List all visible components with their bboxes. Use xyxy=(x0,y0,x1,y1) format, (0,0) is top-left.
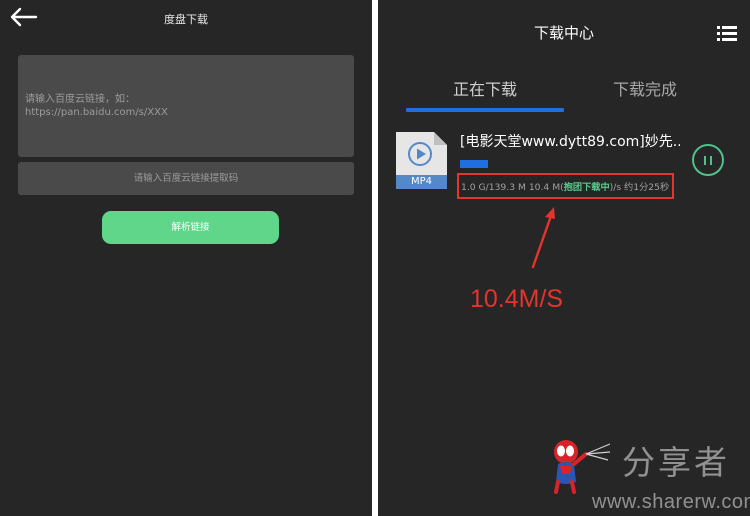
size-text: 1.0 G/139.3 M 10.4 M( xyxy=(461,182,564,193)
file-type-badge: MP4 xyxy=(396,175,447,189)
speed-annotation: 10.4M/S xyxy=(470,285,564,313)
download-progress-bar xyxy=(460,160,488,168)
active-tab-indicator xyxy=(406,108,564,112)
list-menu-icon[interactable] xyxy=(716,24,738,42)
tab-completed[interactable]: 下载完成 xyxy=(566,76,724,100)
pause-button[interactable] xyxy=(692,144,724,176)
annotation-arrow xyxy=(528,205,558,271)
parse-link-button[interactable]: 解析链接 xyxy=(102,211,279,244)
baidu-link-input[interactable]: 请输入百度云链接，如： https://pan.baidu.com/s/XXX xyxy=(18,55,354,157)
baidu-download-screen: 度盘下载 请输入百度云链接，如： https://pan.baidu.com/s… xyxy=(0,0,372,516)
file-name: [电影天堂www.dytt89.com]妙先... xyxy=(460,134,680,150)
watermark-name: 分享者 xyxy=(622,443,730,482)
rate-text: )/s 约1分25秒 xyxy=(609,182,670,193)
watermark-url: www.sharerw.com xyxy=(592,491,750,513)
group-download-badge: 抱团下载中 xyxy=(563,182,610,193)
download-stats: 1.0 G/139.3 M 10.4 M(抱团下载中)/s 约1分25秒 xyxy=(461,179,669,193)
pause-bar-right xyxy=(710,156,712,165)
page-title: 度盘下载 xyxy=(164,13,208,26)
tab-downloading[interactable]: 正在下载 xyxy=(406,76,564,100)
extract-code-input[interactable]: 请输入百度云链接提取码 xyxy=(18,162,354,195)
spiderman-mascot-icon xyxy=(550,432,612,494)
page-title: 下载中心 xyxy=(533,24,594,42)
pause-bar-left xyxy=(704,156,706,165)
download-center-screen: 下载中心 正在下载 下载完成 MP4 [电影天堂www.dytt89.com]妙… xyxy=(378,0,750,516)
link-input-placeholder: 请输入百度云链接，如： https://pan.baidu.com/s/XXX xyxy=(25,94,168,118)
